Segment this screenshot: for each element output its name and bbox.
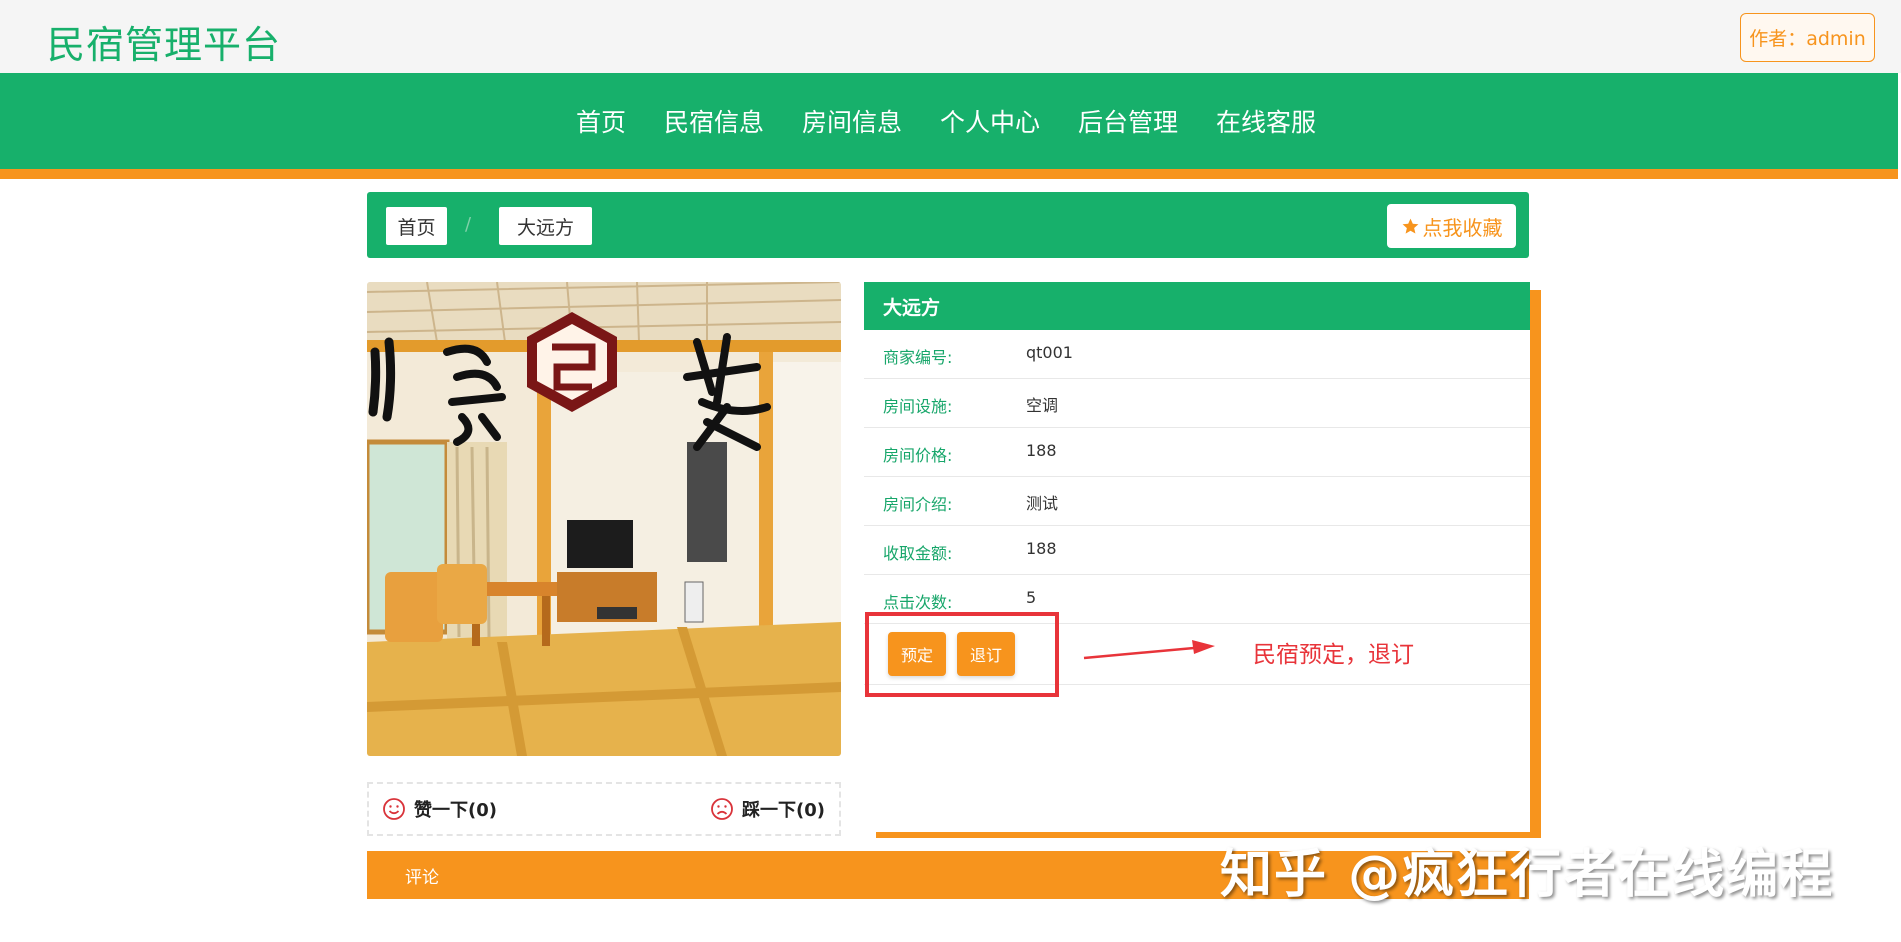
annotation-highlight-box [865, 612, 1059, 697]
watermark: 知乎 @疯狂行者在线编程 [1220, 845, 1835, 905]
breadcrumb-current: 大远方 [499, 207, 592, 245]
main-nav: 首页 民宿信息 房间信息 个人中心 后台管理 在线客服 [0, 73, 1898, 169]
info-value: 5 [1026, 588, 1037, 607]
like-label: 赞一下(0) [414, 800, 497, 821]
nav-item-homestay-info[interactable]: 民宿信息 [645, 103, 783, 139]
info-value: 空调 [1026, 396, 1059, 415]
favorite-button[interactable]: 点我收藏 [1387, 204, 1516, 248]
comment-label: 评论 [405, 868, 439, 888]
info-label: 点击次数: [883, 593, 953, 612]
nav-item-admin[interactable]: 后台管理 [1059, 103, 1197, 139]
breadcrumb-separator: / [465, 214, 472, 235]
top-bar: 民宿管理平台 作者：admin [0, 0, 1901, 73]
info-row-facilities: 房间设施: 空调 [864, 379, 1530, 428]
room-title: 大远方 [864, 282, 1530, 330]
nav-item-online-service[interactable]: 在线客服 [1197, 103, 1335, 139]
room-info-panel: 大远方 商家编号: qt001 房间设施: 空调 房间价格: 188 房间介绍:… [864, 282, 1530, 832]
smile-icon [383, 798, 405, 820]
annotation-arrow-icon [1083, 640, 1215, 660]
site-logo[interactable]: 民宿管理平台 [47, 14, 281, 69]
like-button[interactable]: 赞一下(0) [382, 796, 497, 822]
info-value: 188 [1026, 539, 1057, 558]
room-photo [367, 282, 841, 756]
info-row-description: 房间介绍: 测试 [864, 477, 1530, 526]
frown-icon [711, 798, 733, 820]
breadcrumb-home[interactable]: 首页 [386, 207, 447, 245]
info-row-merchant-id: 商家编号: qt001 [864, 330, 1530, 379]
info-label: 收取金额: [883, 544, 953, 563]
info-label: 房间价格: [883, 446, 953, 465]
vote-bar: 赞一下(0) 踩一下(0) [367, 782, 841, 836]
breadcrumb: 首页 / 大远方 点我收藏 [367, 192, 1529, 258]
nav-item-room-info[interactable]: 房间信息 [783, 103, 921, 139]
info-label: 房间介绍: [883, 495, 953, 514]
nav-item-home[interactable]: 首页 [557, 103, 645, 139]
star-icon [1402, 218, 1418, 234]
nav-divider [0, 169, 1898, 179]
info-label: 房间设施: [883, 397, 953, 416]
info-value: qt001 [1026, 343, 1073, 362]
info-label: 商家编号: [883, 348, 953, 367]
info-value: 测试 [1026, 494, 1059, 513]
info-row-price: 房间价格: 188 [864, 428, 1530, 477]
annotation-text: 民宿预定，退订 [1253, 642, 1414, 668]
dislike-button[interactable]: 踩一下(0) [710, 796, 825, 822]
nav-item-personal-center[interactable]: 个人中心 [921, 103, 1059, 139]
favorite-button-label: 点我收藏 [1422, 215, 1503, 240]
info-value: 188 [1026, 441, 1057, 460]
dislike-label: 踩一下(0) [742, 800, 825, 821]
info-row-amount: 收取金额: 188 [864, 526, 1530, 575]
author-button[interactable]: 作者：admin [1740, 13, 1875, 62]
